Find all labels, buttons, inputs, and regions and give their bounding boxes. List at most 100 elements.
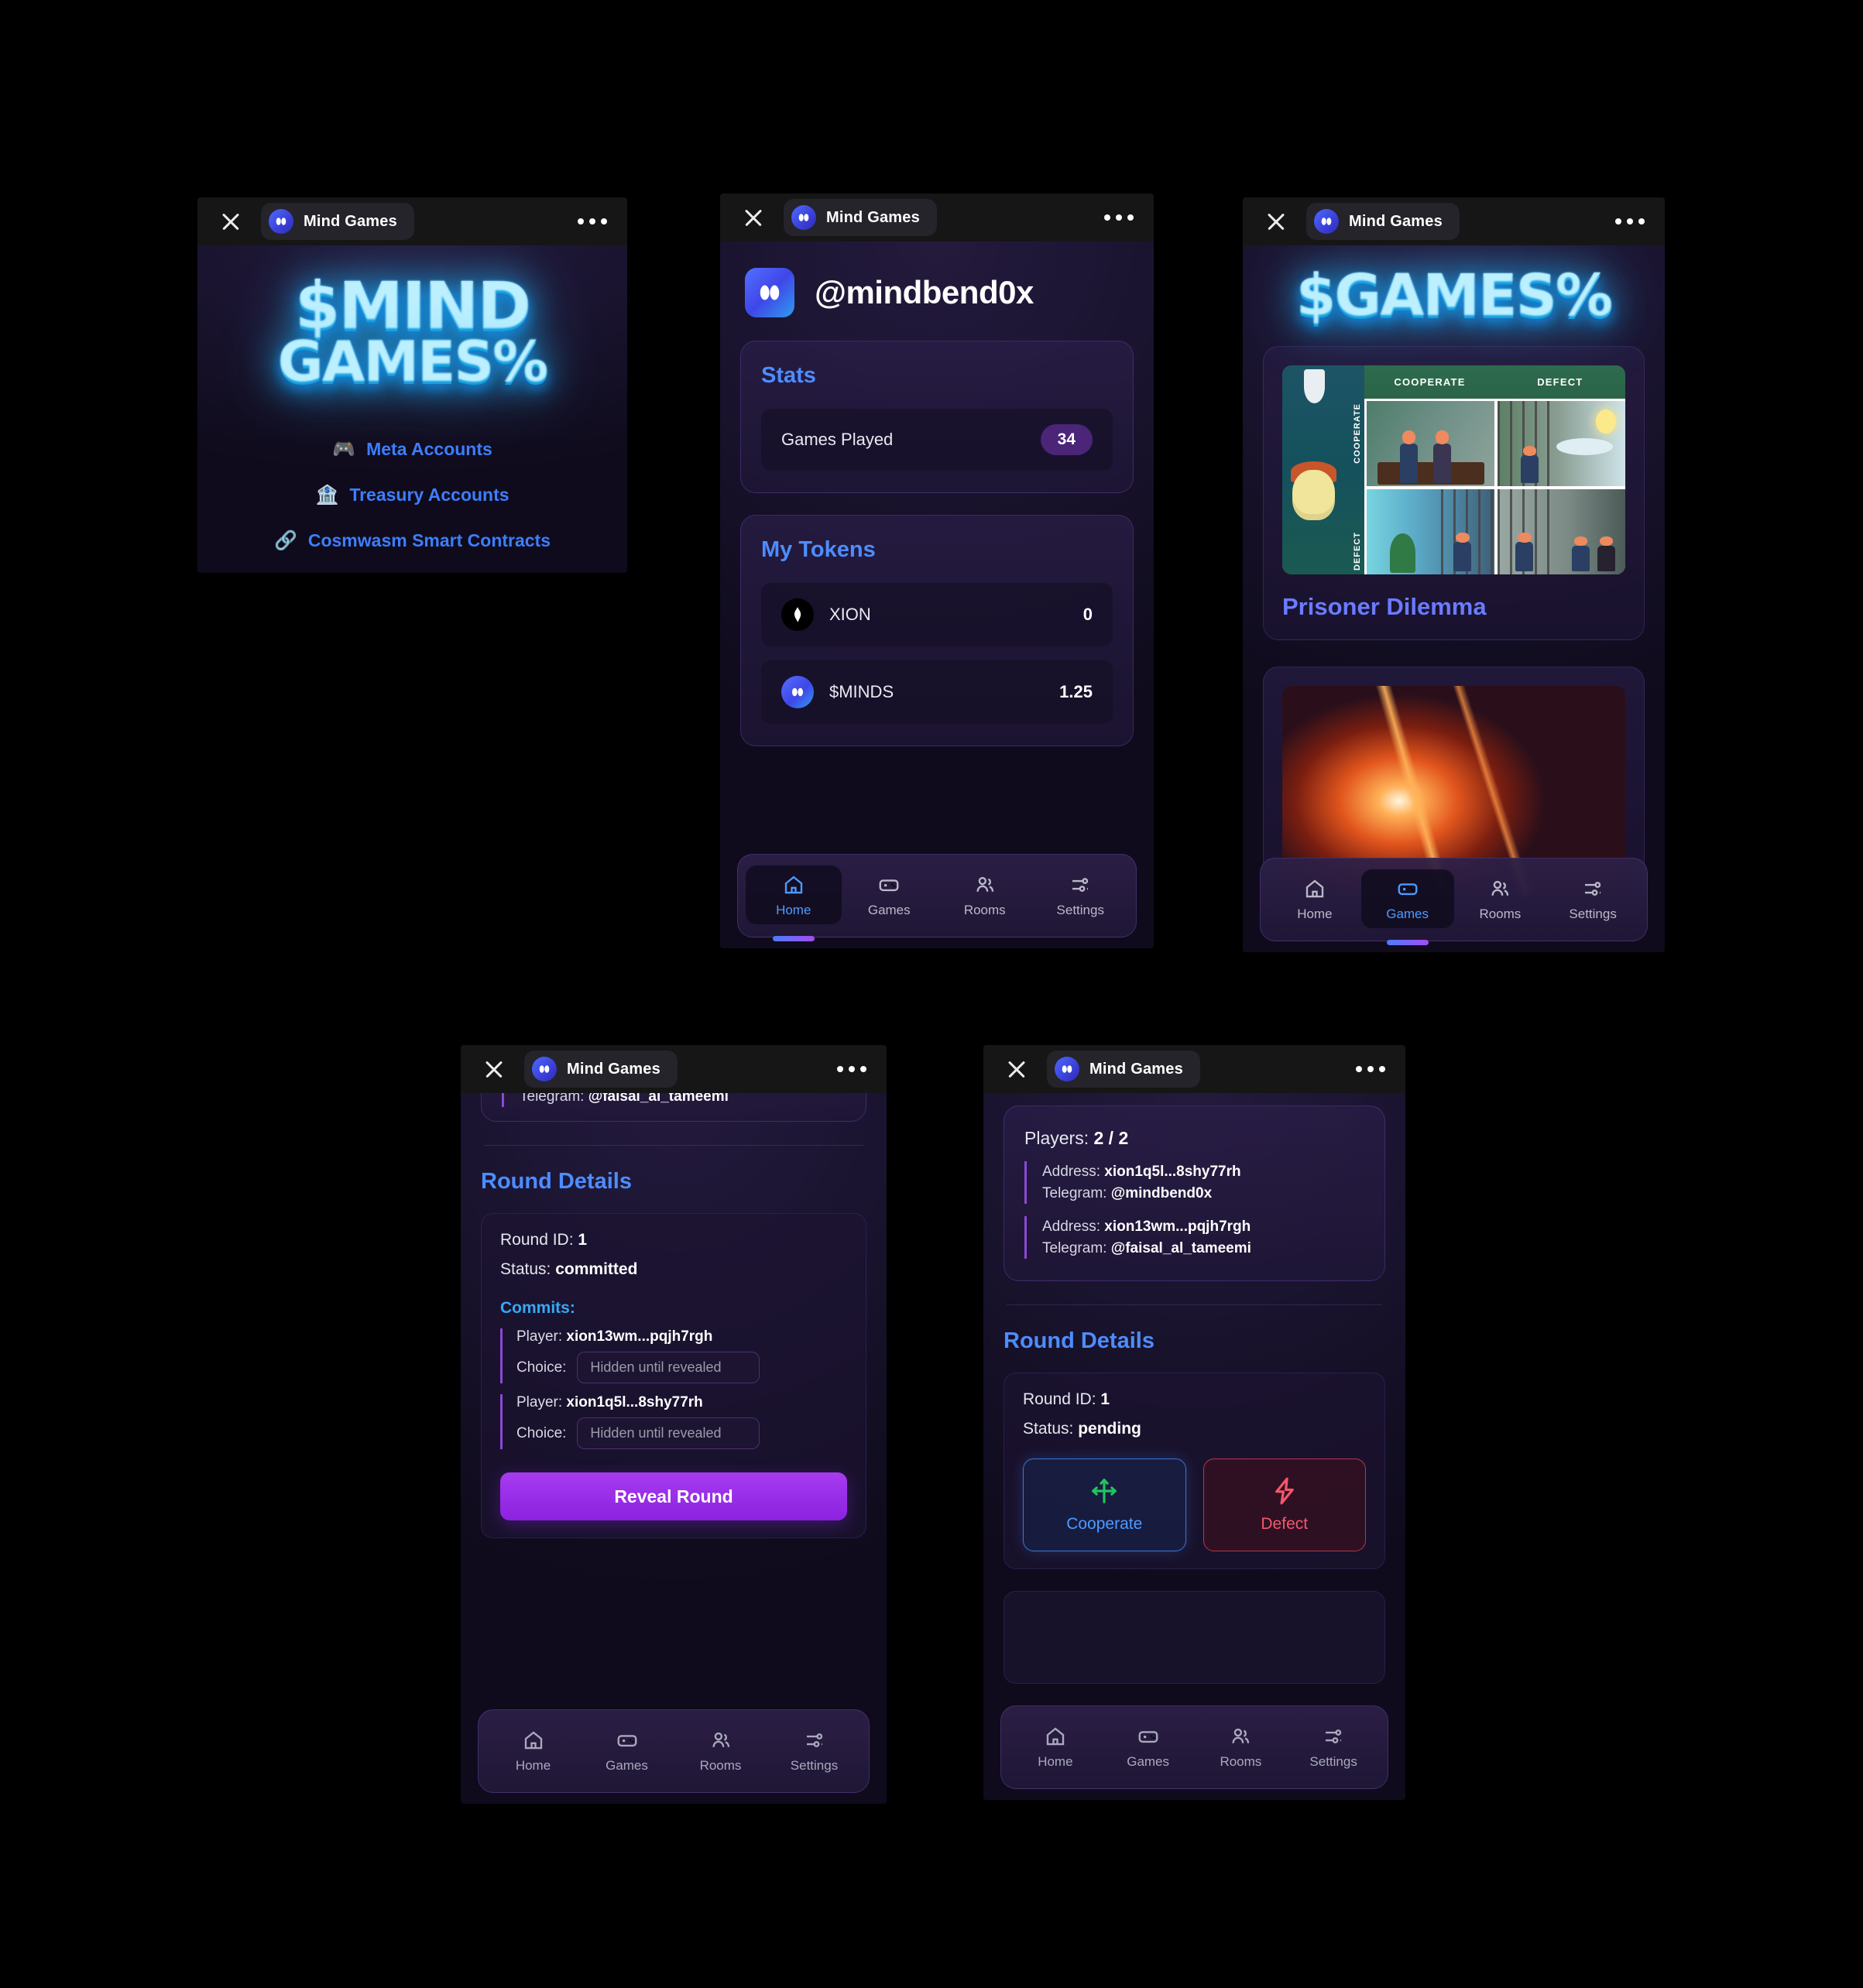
app-chip[interactable]: Mind Games [1047, 1051, 1200, 1088]
token-name: $MINDS [829, 682, 894, 701]
divider [484, 1145, 863, 1147]
hero-wordart: $MIND GAMES% [218, 248, 607, 415]
nav-item-rooms[interactable]: Rooms [1454, 869, 1547, 928]
defect-button[interactable]: Defect [1203, 1458, 1366, 1552]
people-icon [1491, 880, 1509, 896]
app-title: Mind Games [1089, 1060, 1183, 1078]
home-scroll: $MIND GAMES% 🎮 Meta Accounts 🏦 Treasury … [197, 245, 627, 573]
gamepad-emoji-icon: 🎮 [332, 439, 356, 460]
feature-label: Treasury Accounts [349, 485, 509, 505]
hero-line: $GAMES% [1295, 262, 1613, 329]
telegram-header-bar: Mind Games [197, 197, 627, 245]
commit-player-line: Player: xion13wm...pqjh7rgh [516, 1328, 847, 1345]
minds-coin-icon [781, 676, 814, 708]
reveal-round-button[interactable]: Reveal Round [500, 1472, 847, 1521]
feature-label: Meta Accounts [366, 439, 492, 459]
app-chip[interactable]: Mind Games [1306, 203, 1460, 240]
player-label: Player: [516, 1328, 563, 1345]
close-icon[interactable] [218, 208, 244, 235]
nav-item-games[interactable]: Games [1102, 1717, 1195, 1776]
defect-label: Defect [1261, 1515, 1309, 1534]
round-id-value: 1 [1100, 1390, 1110, 1409]
round-pending-screen: Players: 2 / 2 Address: xion1q5l...8shy7… [983, 1093, 1405, 1800]
commit-entry: Player: xion1q5l...8shy77rh Choice: Hidd… [500, 1394, 847, 1450]
nav-item-games[interactable]: Games [1360, 869, 1454, 928]
telegram-header-bar: Mind Games [461, 1045, 887, 1093]
home-screen: $MIND GAMES% 🎮 Meta Accounts 🏦 Treasury … [197, 245, 627, 573]
app-chip[interactable]: Mind Games [784, 199, 937, 236]
cooperate-button[interactable]: Cooperate [1023, 1458, 1186, 1552]
matrix-row-label-defect: DEFECT [1353, 531, 1363, 571]
stat-row-games-played: Games Played 34 [761, 409, 1113, 471]
more-options-icon[interactable] [578, 218, 607, 225]
commit-choice-row: Choice: Hidden until revealed [516, 1417, 847, 1450]
profile-screen: @mindbend0x Stats Games Played 34 My Tok… [720, 242, 1154, 948]
nav-item-settings[interactable]: Settings [1287, 1717, 1380, 1776]
divider [1007, 1304, 1382, 1306]
matrix-col-label-defect: DEFECT [1537, 375, 1583, 388]
bottom-nav: Home Games Rooms Settings [1260, 858, 1648, 941]
game-card-prisoner-dilemma[interactable]: COOPERATE DEFECT COOPERATE DEFECT Prison… [1263, 346, 1645, 640]
mind-games-logo-icon [1314, 209, 1339, 234]
nav-item-games[interactable]: Games [580, 1721, 674, 1780]
player-value: xion1q5l...8shy77rh [566, 1394, 703, 1411]
app-chip[interactable]: Mind Games [261, 203, 414, 240]
panel-round-committed: Mind Games Address: xion13wm...pqjh7rgh … [461, 1045, 887, 1804]
bank-emoji-icon: 🏦 [315, 485, 339, 506]
nav-item-settings[interactable]: Settings [767, 1721, 861, 1780]
more-options-icon[interactable] [1615, 218, 1645, 225]
telegram-value: @faisal_al_tameemi [588, 1093, 729, 1105]
stat-label: Games Played [781, 430, 894, 449]
bottom-nav: Home Games Rooms Settings [478, 1709, 870, 1793]
nav-label: Settings [1569, 907, 1617, 921]
feature-treasury-accounts[interactable]: 🏦 Treasury Accounts [218, 484, 607, 506]
nav-item-settings[interactable]: Settings [1546, 869, 1639, 928]
sliders-icon [1072, 878, 1089, 892]
round-details-title: Round Details [1004, 1328, 1155, 1354]
more-options-icon[interactable] [1104, 214, 1134, 221]
matrix-row-label-cooperate: COOPERATE [1353, 403, 1363, 464]
player-telegram-line: Telegram: @faisal_al_tameemi [520, 1093, 846, 1107]
more-options-icon[interactable] [837, 1066, 866, 1072]
nav-item-rooms[interactable]: Rooms [937, 865, 1033, 924]
sliders-icon [806, 1733, 822, 1747]
nav-label: Games [867, 903, 911, 917]
profile-scroll: @mindbend0x Stats Games Played 34 My Tok… [720, 242, 1154, 948]
more-options-icon[interactable] [1356, 1066, 1385, 1072]
feature-label: Cosmwasm Smart Contracts [307, 530, 551, 550]
players-card-partial: Address: xion13wm...pqjh7rgh Telegram: @… [481, 1093, 866, 1123]
nav-item-games[interactable]: Games [842, 865, 938, 924]
close-icon[interactable] [1263, 208, 1289, 235]
nav-item-home[interactable]: Home [1268, 869, 1361, 928]
round-id-line: Round ID: 1 [500, 1231, 847, 1249]
nav-item-settings[interactable]: Settings [1033, 865, 1129, 924]
close-icon[interactable] [481, 1056, 507, 1082]
nav-item-rooms[interactable]: Rooms [674, 1721, 767, 1780]
nav-item-home[interactable]: Home [1009, 1717, 1102, 1776]
username: @mindbend0x [815, 274, 1034, 310]
telegram-label: Telegram: [1042, 1239, 1107, 1256]
mind-games-logo-icon [532, 1057, 557, 1081]
avatar [745, 268, 794, 317]
people-icon [976, 876, 993, 892]
nav-label: Home [1038, 1754, 1073, 1769]
nav-label: Settings [1056, 903, 1104, 917]
gamepad-icon [617, 1735, 636, 1747]
feature-meta-accounts[interactable]: 🎮 Meta Accounts [218, 438, 607, 461]
status-label: Status: [1023, 1420, 1074, 1438]
round-committed-screen: Address: xion13wm...pqjh7rgh Telegram: @… [461, 1093, 887, 1804]
close-icon[interactable] [1004, 1056, 1030, 1082]
games-screen: $GAMES% COOPERATE DEFECT COOPERATE DEFEC… [1243, 245, 1665, 952]
feature-cosmwasm-contracts[interactable]: 🔗 Cosmwasm Smart Contracts [218, 530, 607, 552]
app-chip[interactable]: Mind Games [524, 1051, 678, 1088]
player-address-line: Address: xion1q5l...8shy77rh [1042, 1161, 1364, 1183]
mind-games-logo-icon [269, 209, 293, 234]
nav-item-home[interactable]: Home [486, 1721, 580, 1780]
commit-player-line: Player: xion1q5l...8shy77rh [516, 1394, 847, 1411]
nav-label: Home [776, 903, 811, 917]
people-icon [1232, 1728, 1250, 1743]
game-thumbnail-prisoner-dilemma: COOPERATE DEFECT COOPERATE DEFECT [1282, 365, 1625, 574]
nav-item-rooms[interactable]: Rooms [1195, 1717, 1288, 1776]
close-icon[interactable] [740, 204, 767, 231]
nav-item-home[interactable]: Home [746, 865, 842, 924]
